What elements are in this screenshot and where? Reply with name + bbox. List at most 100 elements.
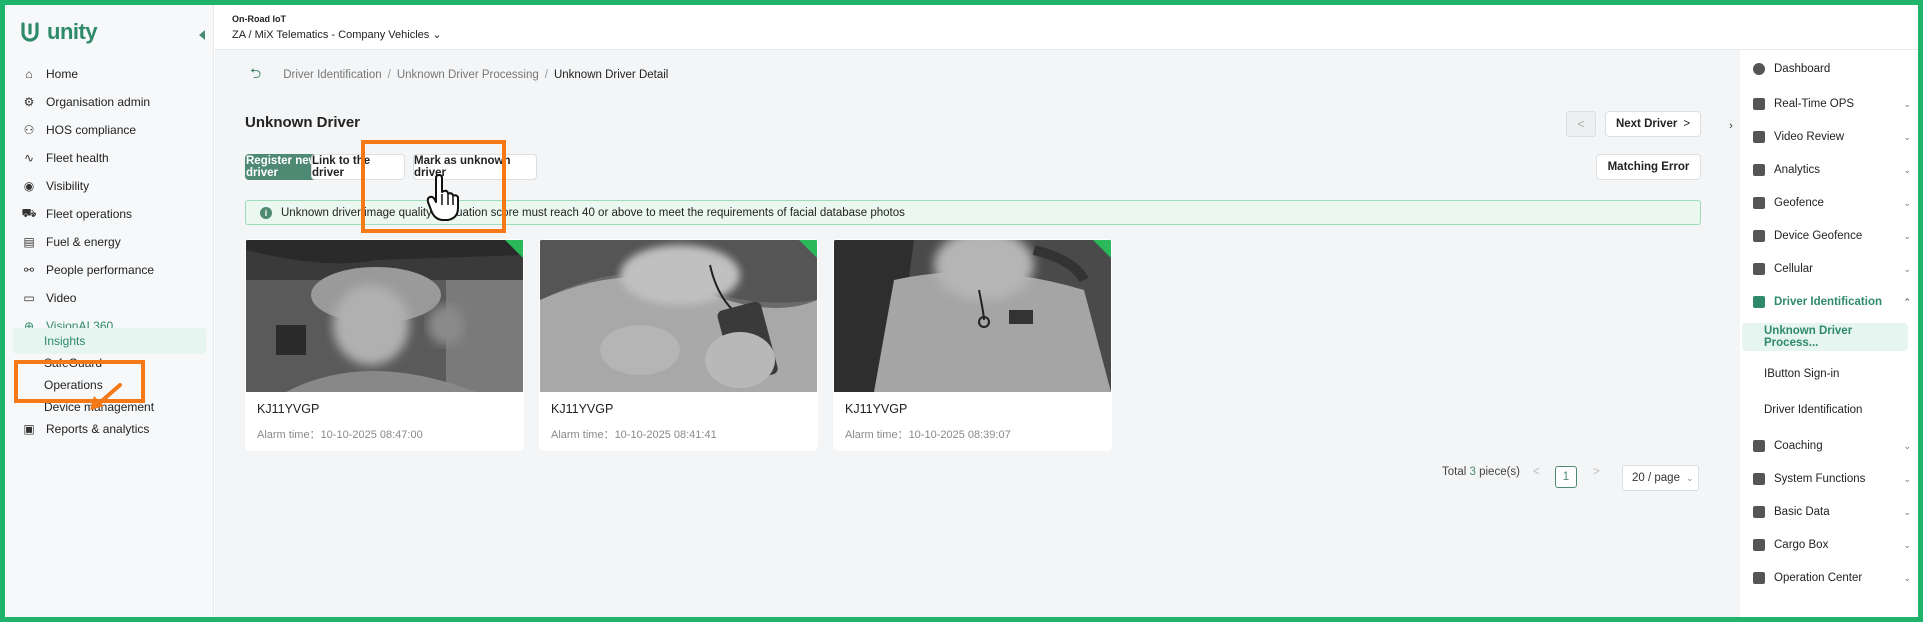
unity-logo[interactable]: unity [19,19,98,45]
previous-driver-button[interactable]: < [1566,111,1596,137]
chevron-up-icon: ⌃ [1903,296,1911,307]
card-alarm: Alarm time：10-10-2025 08:41:41 [551,429,717,441]
page-size-select[interactable]: 20 / page ⌄ [1622,465,1699,491]
nav-label: People performance [46,263,155,277]
page-title: Unknown Driver [245,114,361,131]
chevron-right-icon: > [1683,118,1691,130]
driver-photo [246,240,523,392]
rpanel-item-device-geofence[interactable]: Device Geofence ⌄ [1753,222,1915,250]
next-driver-label: Next Driver [1615,118,1678,130]
top-header: On-Road IoT ZA / MiX Telematics - Compan… [215,5,1918,50]
nav-label: Home [46,67,79,81]
nav-item-organisation-admin[interactable]: ⚙ Organisation admin [5,87,214,117]
realtime-icon [1753,98,1765,110]
rpanel-subitem-driver-identification[interactable]: Driver Identification [1742,396,1908,424]
quality-badge [799,240,817,258]
left-sidebar: unity ⌂ Home ⚙ Organisation admin ⚇ HOS … [5,5,214,617]
category-label: On-Road IoT [232,14,286,24]
hand-cursor-icon [426,174,459,221]
nav-label: HOS compliance [46,123,137,137]
breadcrumb-driver-identification[interactable]: Driver Identification [283,69,381,81]
basic-data-icon [1753,506,1765,518]
vehicle-icon: ⛟ [21,206,37,220]
geofence-icon [1753,197,1765,209]
driver-photo-card[interactable]: KJ11YVGP Alarm time：10-10-2025 08:39:07 [833,239,1112,451]
quality-badge [505,240,523,258]
gear-icon: ⚙ [23,95,35,109]
nav-item-video[interactable]: ▭ Video [5,283,214,313]
nav-label: Video [46,291,77,305]
chevron-left-icon: < [1577,117,1585,131]
rpanel-item-analytics[interactable]: Analytics ⌄ [1753,156,1915,184]
rpanel-item-video-review[interactable]: Video Review ⌄ [1753,123,1915,151]
chevron-down-icon: ⌄ [1903,539,1911,550]
breadcrumb: ⮌ Driver Identification / Unknown Driver… [250,63,668,87]
rpanel-item-dashboard[interactable]: Dashboard [1753,55,1915,83]
video-review-icon [1753,131,1765,143]
collapse-sidebar-icon[interactable] [199,30,205,40]
home-icon: ⌂ [25,67,33,81]
nav-item-home[interactable]: ⌂ Home [5,59,214,89]
rpanel-subitem-ibutton-sign-in[interactable]: IButton Sign-in [1742,360,1908,388]
rpanel-subitem-unknown-driver-processing[interactable]: Unknown Driver Process... [1742,323,1908,351]
nav-sub-label: Insights [44,334,86,348]
breadcrumb-unknown-driver-processing[interactable]: Unknown Driver Processing [397,69,539,81]
nav-item-fleet-operations[interactable]: ⛟ Fleet operations [5,199,214,229]
nav-item-visibility[interactable]: ◉ Visibility [5,171,214,201]
matching-error-button[interactable]: Matching Error [1596,154,1701,180]
people-icon: ⚇ [23,123,35,137]
rpanel-label: Video Review [1774,131,1845,143]
rpanel-item-real-time-ops[interactable]: Real-Time OPS ⌄ [1753,90,1915,118]
driver-photo [834,240,1111,392]
pointer-arrow-icon [90,383,122,410]
rpanel-label: Real-Time OPS [1774,98,1855,110]
rpanel-label: Operation Center [1774,572,1863,584]
driver-photo-card[interactable]: KJ11YVGP Alarm time：10-10-2025 08:47:00 [245,239,524,451]
rpanel-item-operation-center[interactable]: Operation Center ⌄ [1753,564,1915,592]
chevron-down-icon: ⌄ [1685,472,1694,483]
back-arrow-icon[interactable]: ⮌ [250,63,261,87]
page-number-current[interactable]: 1 [1555,466,1577,488]
rpanel-item-basic-data[interactable]: Basic Data ⌄ [1753,498,1915,526]
nav-label: Organisation admin [46,95,151,109]
main-content: ⮌ Driver Identification / Unknown Driver… [215,50,1740,617]
breadcrumb-current: Unknown Driver Detail [553,69,669,81]
nav-item-fleet-health[interactable]: ∿ Fleet health [5,143,214,173]
quality-badge [1093,240,1111,258]
rpanel-item-cargo-box[interactable]: Cargo Box ⌄ [1753,531,1915,559]
chevron-down-icon: ⌄ [1903,263,1911,274]
rpanel-item-cellular[interactable]: Cellular ⌄ [1753,255,1915,283]
prev-page-icon[interactable]: < [1533,466,1540,478]
rpanel-item-system-functions[interactable]: System Functions ⌄ [1753,465,1915,493]
nav-label: Fleet operations [46,207,133,221]
nav-item-reports-analytics[interactable]: ▣ Reports & analytics [5,414,214,444]
rpanel-item-coaching[interactable]: Coaching ⌄ [1753,432,1915,460]
pagination-total: Total 3 piece(s) [1442,466,1521,478]
card-alarm: Alarm time：10-10-2025 08:39:07 [845,429,1011,441]
organisation-selector[interactable]: ZA / MiX Telematics - Company Vehicles ⌄ [232,28,442,41]
pulse-icon: ∿ [23,151,35,165]
chevron-down-icon: ⌄ [1903,197,1911,208]
chevron-down-icon: ⌄ [1903,506,1911,517]
nav-item-people-performance[interactable]: ⚯ People performance [5,255,214,285]
nav-label: Fleet health [46,151,109,165]
chevron-down-icon: ⌄ [1903,572,1911,583]
driver-photo-card[interactable]: KJ11YVGP Alarm time：10-10-2025 08:41:41 [539,239,818,451]
driver-photo [540,240,817,392]
next-driver-button[interactable]: Next Driver > [1605,111,1701,137]
rpanel-item-driver-identification[interactable]: Driver Identification ⌃ [1753,288,1915,316]
chevron-down-icon: ⌄ [1903,473,1911,484]
nav-label: Fuel & energy [46,235,121,249]
card-plate: KJ11YVGP [845,402,908,416]
expand-panel-icon[interactable]: › [1722,117,1740,135]
rpanel-item-geofence[interactable]: Geofence ⌄ [1753,189,1915,217]
nav-item-hos-compliance[interactable]: ⚇ HOS compliance [5,115,214,145]
report-icon: ▣ [23,422,35,436]
card-alarm: Alarm time：10-10-2025 08:47:00 [257,429,423,441]
dashboard-icon [1753,63,1765,75]
rpanel-label: Driver Identification [1774,296,1882,308]
next-page-icon[interactable]: > [1593,466,1600,478]
nav-item-fuel-energy[interactable]: ▤ Fuel & energy [5,227,214,257]
video-icon: ▭ [23,291,35,305]
rpanel-sub-label: IButton Sign-in [1764,368,1840,380]
